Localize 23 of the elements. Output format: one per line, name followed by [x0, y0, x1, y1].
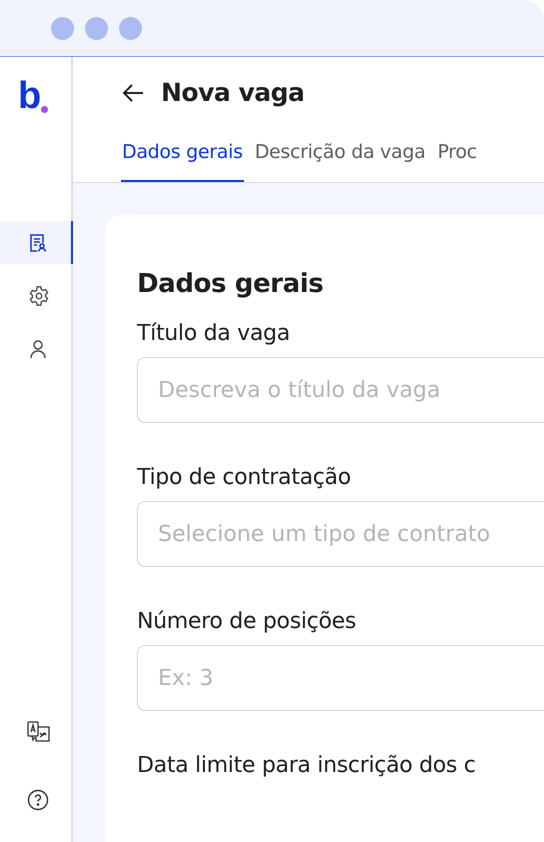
window-dot[interactable]: [51, 16, 74, 40]
input-field[interactable]: Selecione um tipo de contrato: [137, 501, 544, 567]
tab[interactable]: Dados gerais: [121, 141, 244, 182]
window-dot[interactable]: [119, 16, 142, 40]
user-icon: [28, 338, 48, 358]
document-user-icon: [28, 232, 48, 252]
tab[interactable]: Proc: [436, 141, 478, 182]
nav-item[interactable]: [0, 221, 73, 264]
field-label: Data limite para inscrição dos c: [137, 753, 477, 778]
input-field[interactable]: Ex: 3: [137, 645, 544, 711]
back-arrow-icon[interactable]: [121, 82, 145, 102]
translate-icon[interactable]: [27, 721, 51, 743]
window-dot[interactable]: [85, 16, 108, 40]
input-field[interactable]: Descreva o título da vaga: [137, 357, 544, 423]
section-title: Dados gerais: [137, 269, 324, 299]
page-title: Nova vaga: [161, 78, 304, 107]
logo[interactable]: b: [0, 57, 71, 147]
field-label: Número de posições: [137, 609, 358, 634]
field-label: Tipo de contratação: [137, 465, 352, 490]
settings-icon: [28, 284, 50, 306]
help-icon[interactable]: [27, 789, 49, 811]
field-label: Título da vaga: [137, 321, 291, 346]
tab[interactable]: Descrição da vaga: [254, 141, 426, 182]
